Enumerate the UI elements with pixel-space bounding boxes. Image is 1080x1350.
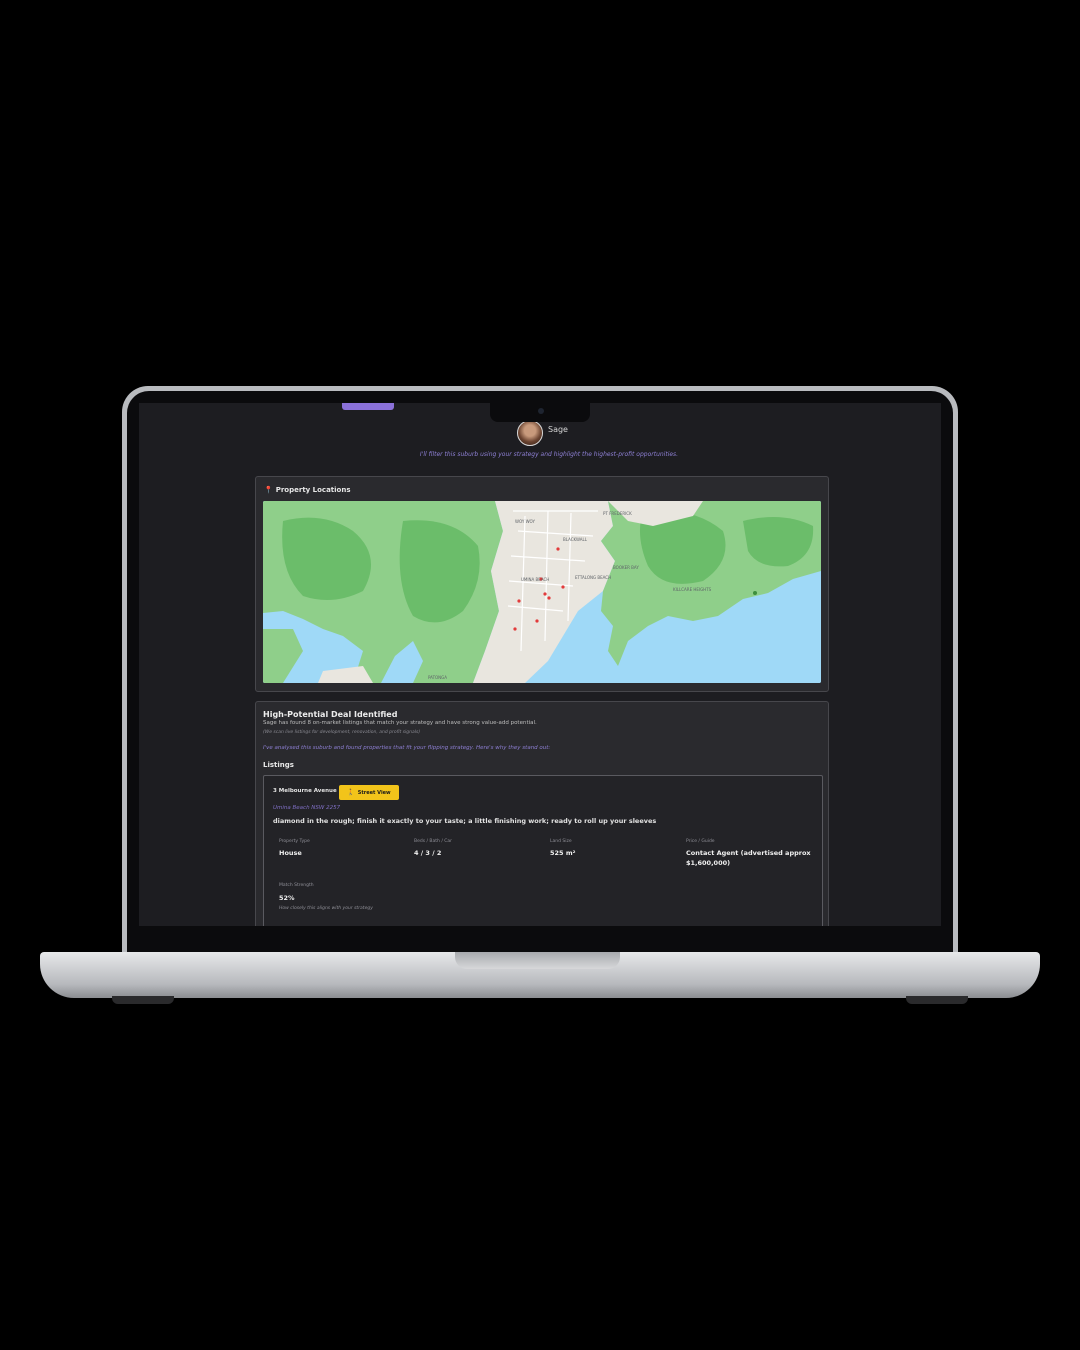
deal-title: High-Potential Deal Identified: [263, 710, 398, 719]
spec-property-type: Property Type House: [279, 839, 310, 858]
assistant-avatar: [517, 420, 543, 446]
spec-label: Property Type: [279, 839, 310, 844]
deal-panel: High-Potential Deal Identified Sage has …: [255, 701, 829, 926]
spec-value: 4 / 3 / 2: [414, 849, 442, 857]
property-locations-title: 📍 Property Locations: [264, 486, 351, 494]
match-strength-value: 52%: [279, 894, 295, 902]
assistant-intro-message: I'll filter this suburb using your strat…: [419, 451, 679, 458]
spec-value: Contact Agent (advertised approx $1,600,…: [686, 849, 811, 867]
laptop-foot-left: [112, 996, 174, 1004]
laptop-opening-notch: [455, 952, 620, 969]
active-tab-indicator: [342, 403, 394, 410]
listing-card[interactable]: 3 Melbourne Avenue 🚶 Street View Umina B…: [263, 775, 823, 926]
listing-tagline: diamond in the rough; finish it exactly …: [273, 817, 657, 825]
camera-icon: [538, 408, 544, 414]
deal-note: (We scan live listings for development, …: [263, 730, 421, 735]
street-view-label: Street View: [357, 789, 391, 796]
spec-beds-bath-car: Beds / Bath / Car 4 / 3 / 2: [414, 839, 452, 858]
camera-notch: [490, 403, 590, 422]
property-locations-label: Property Locations: [275, 486, 351, 494]
laptop-foot-right: [906, 996, 968, 1004]
map-label-killcare-heights: KILLCARE HEIGHTS: [673, 587, 712, 592]
spec-value: House: [279, 849, 302, 857]
spec-land-size: Land Size 525 m²: [550, 839, 575, 858]
match-strength-note: How closely this aligns with your strate…: [279, 906, 373, 911]
map-label-pt-frederick: PT FREDERICK: [603, 511, 632, 516]
street-view-button[interactable]: 🚶 Street View: [339, 785, 399, 800]
listing-address: 3 Melbourne Avenue: [273, 788, 337, 794]
map-label-ettalong-beach: ETTALONG BEACH: [575, 575, 611, 580]
spec-label: Land Size: [550, 839, 572, 844]
match-strength-label: Match Strength: [279, 883, 314, 888]
spec-price-guide: Price / Guide Contact Agent (advertised …: [686, 839, 811, 868]
map-label-booker-bay: BOOKER BAY: [613, 565, 639, 570]
property-locations-panel: 📍 Property Locations BLACKWALL UMINA BEA…: [255, 476, 829, 692]
map-label-woy-woy: WOY WOY: [515, 519, 535, 524]
listings-heading: Listings: [263, 761, 294, 769]
spec-value: 525 m²: [550, 849, 576, 857]
app-screen: Sage I'll filter this suburb using your …: [139, 403, 941, 926]
map-label-blackwall: BLACKWALL: [563, 537, 588, 542]
map-label-umina-beach: UMINA BEACH: [521, 577, 549, 582]
spec-label: Beds / Bath / Car: [414, 839, 453, 844]
deal-analysis: I've analysed this suburb and found prop…: [263, 745, 551, 751]
map-pin-icon: 📍: [264, 486, 273, 494]
deal-subtitle: Sage has found 8 on-market listings that…: [263, 720, 537, 726]
map-canvas[interactable]: BLACKWALL UMINA BEACH ETTALONG BEACH WOY…: [263, 501, 821, 683]
spec-label: Price / Guide: [686, 839, 715, 844]
assistant-name: Sage: [548, 425, 568, 434]
property-map[interactable]: BLACKWALL UMINA BEACH ETTALONG BEACH WOY…: [263, 501, 821, 683]
person-icon: 🚶: [347, 789, 355, 796]
map-label-patonga: PATONGA: [428, 675, 447, 680]
listing-suburb: Umina Beach NSW 2257: [273, 805, 341, 811]
